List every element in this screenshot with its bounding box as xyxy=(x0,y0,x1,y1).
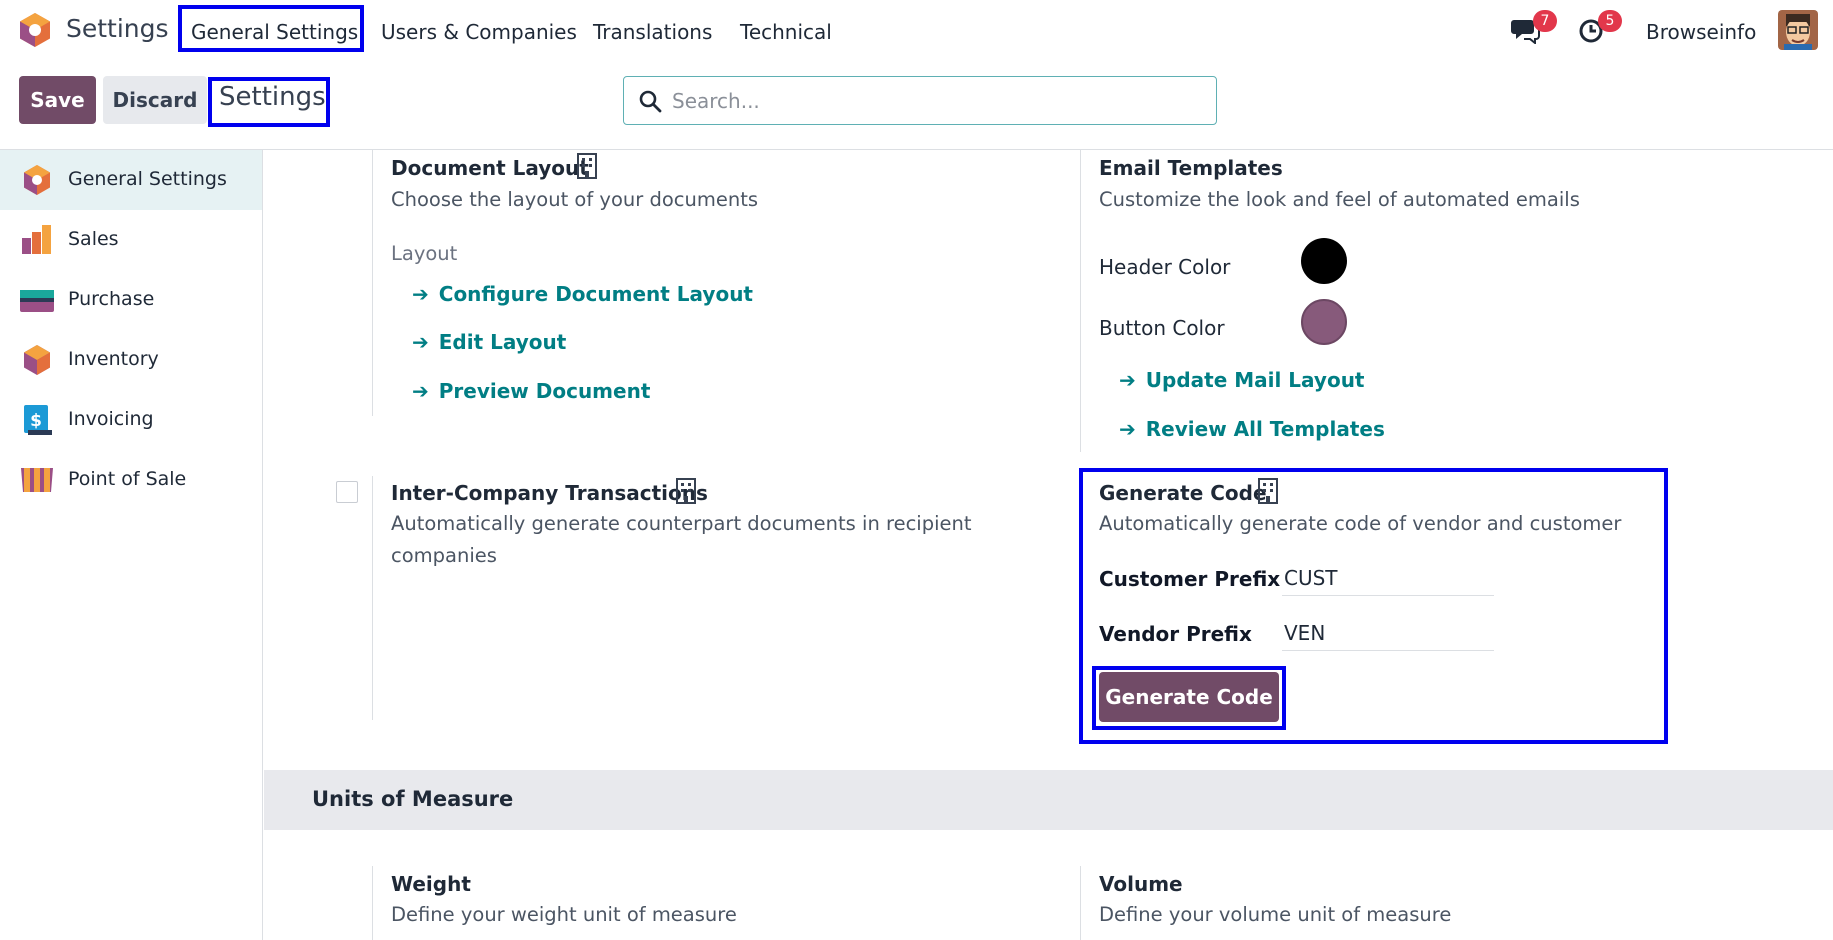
weight-title: Weight xyxy=(391,872,471,896)
purchase-card-icon xyxy=(20,284,54,316)
header-color-picker[interactable] xyxy=(1301,238,1347,284)
link-label: Update Mail Layout xyxy=(1145,368,1365,392)
document-layout-description: Choose the layout of your documents xyxy=(391,188,759,211)
divider xyxy=(372,476,373,720)
arrow-right-icon: ➔ xyxy=(412,282,429,306)
menu-technical[interactable]: Technical xyxy=(740,20,832,44)
search-box[interactable] xyxy=(623,76,1217,125)
search-input[interactable] xyxy=(672,85,1192,117)
link-label: Edit Layout xyxy=(438,330,567,354)
arrow-right-icon: ➔ xyxy=(412,330,429,354)
units-of-measure-section: Units of Measure xyxy=(264,770,1833,830)
arrow-right-icon: ➔ xyxy=(1119,417,1136,441)
document-layout-title: Document Layout xyxy=(391,156,589,180)
preview-document-link[interactable]: ➔ Preview Document xyxy=(412,379,650,403)
general-settings-icon xyxy=(20,164,54,196)
sidebar-item-label: Sales xyxy=(68,228,119,250)
settings-sidebar: General Settings Sales Purchase Inventor… xyxy=(0,150,263,940)
sidebar-item-general-settings[interactable]: General Settings xyxy=(0,150,262,210)
configure-document-layout-link[interactable]: ➔ Configure Document Layout xyxy=(412,282,753,306)
sidebar-item-label: Invoicing xyxy=(68,408,154,430)
highlight-box-generate-button xyxy=(1092,666,1286,730)
company-building-icon xyxy=(675,478,697,504)
inventory-box-icon xyxy=(20,344,54,376)
sidebar-item-label: Purchase xyxy=(68,288,155,310)
update-mail-layout-link[interactable]: ➔ Update Mail Layout xyxy=(1119,368,1365,392)
edit-layout-link[interactable]: ➔ Edit Layout xyxy=(412,330,566,354)
user-avatar[interactable] xyxy=(1778,10,1818,50)
save-button[interactable]: Save xyxy=(19,76,96,124)
link-label: Review All Templates xyxy=(1145,417,1385,441)
volume-title: Volume xyxy=(1099,872,1183,896)
weight-description: Define your weight unit of measure xyxy=(391,903,737,926)
layout-label: Layout xyxy=(391,242,458,265)
control-panel: Save Discard Settings xyxy=(0,60,1833,150)
inter-company-title: Inter-Company Transactions xyxy=(391,481,708,505)
sidebar-item-inventory[interactable]: Inventory xyxy=(0,330,262,390)
review-all-templates-link[interactable]: ➔ Review All Templates xyxy=(1119,417,1385,441)
company-building-icon xyxy=(576,153,598,179)
menu-users-companies[interactable]: Users & Companies xyxy=(381,20,577,44)
sidebar-item-label: General Settings xyxy=(68,168,227,190)
search-icon xyxy=(638,89,662,113)
sidebar-item-label: Inventory xyxy=(68,348,159,370)
highlight-box-breadcrumb xyxy=(208,77,330,127)
sidebar-item-point-of-sale[interactable]: Point of Sale xyxy=(0,450,262,510)
messages-badge: 7 xyxy=(1533,10,1557,32)
sidebar-item-sales[interactable]: Sales xyxy=(0,210,262,270)
top-navbar: Settings General Settings Users & Compan… xyxy=(0,0,1833,60)
svg-text:$: $ xyxy=(30,411,42,431)
inter-company-description: Automatically generate counterpart docum… xyxy=(391,512,972,535)
divider xyxy=(1080,866,1081,940)
point-of-sale-shop-icon xyxy=(20,464,54,496)
menu-translations[interactable]: Translations xyxy=(593,20,712,44)
divider xyxy=(372,866,373,940)
button-color-label: Button Color xyxy=(1099,316,1225,340)
sidebar-item-label: Point of Sale xyxy=(68,468,187,490)
user-company-name[interactable]: Browseinfo xyxy=(1646,20,1756,44)
activities-badge: 5 xyxy=(1598,10,1622,32)
settings-content: Document Layout Choose the layout of you… xyxy=(264,150,1833,940)
arrow-right-icon: ➔ xyxy=(412,379,429,403)
arrow-right-icon: ➔ xyxy=(1119,368,1136,392)
inter-company-checkbox[interactable] xyxy=(336,481,358,503)
volume-description: Define your volume unit of measure xyxy=(1099,903,1452,926)
divider xyxy=(1080,150,1081,452)
sidebar-item-invoicing[interactable]: $ Invoicing xyxy=(0,390,262,450)
email-templates-description: Customize the look and feel of automated… xyxy=(1099,188,1580,211)
highlight-box-menu xyxy=(178,5,364,52)
link-label: Preview Document xyxy=(438,379,651,403)
app-title[interactable]: Settings xyxy=(66,14,169,43)
sidebar-item-purchase[interactable]: Purchase xyxy=(0,270,262,330)
sales-chart-icon xyxy=(20,224,54,256)
invoicing-dollar-icon: $ xyxy=(20,404,54,436)
inter-company-description-cont: companies xyxy=(391,544,497,567)
odoo-app-logo-icon[interactable] xyxy=(18,12,52,48)
email-templates-title: Email Templates xyxy=(1099,156,1283,180)
units-of-measure-title: Units of Measure xyxy=(312,787,514,811)
divider xyxy=(372,150,373,416)
button-color-picker[interactable] xyxy=(1301,299,1347,345)
header-color-label: Header Color xyxy=(1099,255,1231,279)
link-label: Configure Document Layout xyxy=(438,282,753,306)
discard-button[interactable]: Discard xyxy=(103,76,207,124)
